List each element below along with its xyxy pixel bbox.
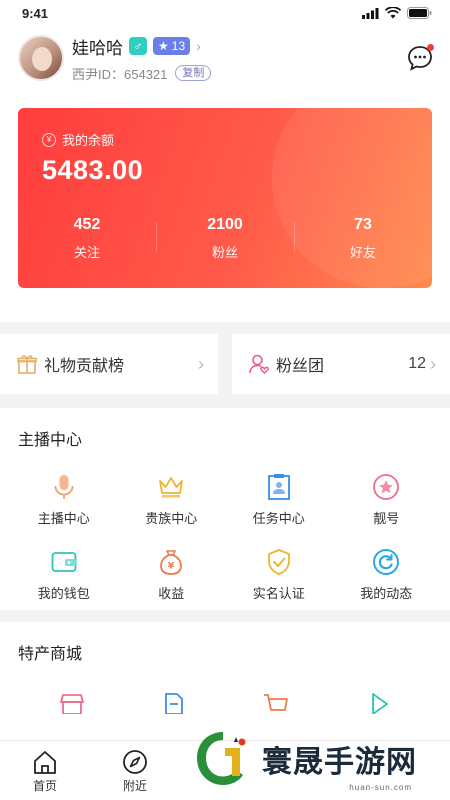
money-bag-icon: ¥ [156,547,186,577]
gift-rank-link[interactable]: 礼物贡献榜 › [0,334,218,394]
stat-friends[interactable]: 73 好友 [294,216,432,261]
section-title: 主播中心 [18,432,83,449]
avatar[interactable] [18,35,64,81]
task-icon [264,472,294,502]
fan-group-count: 12 [408,355,426,372]
grid-item-pretty-number[interactable]: 靓号 [333,472,441,527]
status-bar: 9:41 [0,0,450,26]
message-button[interactable] [406,44,434,72]
grid-item-label: 主播中心 [37,511,90,526]
grid-item-my-wallet[interactable]: 我的钱包 [10,547,118,602]
gender-male-icon: ♂ [129,37,147,55]
site-watermark: 寰晟手游网 huan-sun.com [192,724,442,794]
wallet-section: ¥ 我的余额 5483.00 452 关注 2100 粉丝 73 好友 [0,90,450,322]
anchor-center-section: 主播中心 主播中心 贵族中心 任务中心 靓号 我的钱包 ¥ 收益 实名认证 我的… [0,408,450,610]
gift-rank-label: 礼物贡献榜 [44,358,125,375]
shield-check-icon [264,547,294,577]
grid-item-anchor-center[interactable]: 主播中心 [10,472,118,527]
tab-label: 首页 [32,779,57,793]
status-time: 9:41 [22,5,49,21]
star-badge-icon [371,472,401,502]
tab-label: 附近 [122,779,147,793]
document-icon[interactable] [161,692,187,714]
level-value: 13 [171,39,186,53]
stat-label: 好友 [349,245,376,260]
stat-label: 粉丝 [211,245,238,260]
balance-card[interactable]: ¥ 我的余额 5483.00 452 关注 2100 粉丝 73 好友 [18,108,432,288]
grid-item-label: 实名认证 [252,586,305,601]
copy-id-button[interactable]: 复制 [175,65,212,81]
profile-header[interactable]: 娃哈哈 ♂ ★ 13 › 西尹ID：654321 复制 [0,26,450,90]
chevron-right-icon: › [198,353,204,374]
star-icon: ★ [158,39,169,53]
watermark-url: huan-sun.com [349,783,412,792]
grid-item-label: 我的动态 [360,586,413,601]
fan-group-label: 粉丝团 [276,358,325,375]
wifi-icon [385,7,401,19]
fan-group-icon [249,354,269,375]
microphone-icon [49,472,79,502]
grid-item-noble-center[interactable]: 贵族中心 [118,472,226,527]
grid-item-label: 收益 [158,586,185,601]
chevron-right-icon[interactable]: › [196,38,201,54]
notification-dot [427,44,434,51]
stat-label: 关注 [73,245,100,260]
grid-item-label: 贵族中心 [145,511,198,526]
tab-home[interactable]: 首页 [0,741,90,794]
grid-item-label: 靓号 [373,511,400,526]
grid-item-real-name-auth[interactable]: 实名认证 [225,547,333,602]
feature-grid: 主播中心 贵族中心 任务中心 靓号 我的钱包 ¥ 收益 实名认证 我的动态 [0,450,450,610]
quick-links: 礼物贡献榜 › 粉丝团 12 › [0,322,450,394]
balance-label: 我的余额 [62,133,115,148]
play-icon[interactable] [365,692,393,714]
crown-icon [156,472,186,502]
battery-icon [407,7,432,19]
stat-fans[interactable]: 2100 粉丝 [156,216,294,261]
signal-icon [362,7,379,19]
watermark-title: 寰晟手游网 [262,745,417,780]
compass-icon [123,750,147,774]
grid-item-label: 任务中心 [252,511,305,526]
user-name: 娃哈哈 [72,38,123,58]
section-title: 特产商城 [18,646,83,663]
shop-icon[interactable] [58,692,86,714]
refresh-circle-icon [371,547,401,577]
shop-icons-row [0,664,450,714]
home-icon [34,751,56,774]
stat-number: 2100 [207,216,243,233]
grid-item-earnings[interactable]: ¥ 收益 [118,547,226,602]
coin-icon: ¥ [42,132,56,147]
level-badge: ★ 13 [153,37,191,55]
balance-amount: 5483.00 [42,155,144,185]
grid-item-my-moments[interactable]: 我的动态 [333,547,441,602]
chevron-right-icon: › [430,353,436,374]
cart-icon[interactable] [262,692,290,714]
stat-number: 452 [73,216,101,233]
stat-following[interactable]: 452 关注 [18,216,156,261]
svg-text:¥: ¥ [168,562,175,572]
gift-icon [17,355,37,374]
grid-item-task-center[interactable]: 任务中心 [225,472,333,527]
fan-group-link[interactable]: 粉丝团 12 › [232,334,450,394]
stats-row: 452 关注 2100 粉丝 73 好友 [18,216,432,261]
watermark-logo [197,732,246,785]
stat-number: 73 [354,216,372,233]
tab-nearby[interactable]: 附近 [90,741,180,794]
wallet-icon [49,547,79,577]
grid-item-label: 我的钱包 [37,586,90,601]
user-id: 西尹ID：654321 [72,66,168,82]
status-icons [362,7,432,19]
